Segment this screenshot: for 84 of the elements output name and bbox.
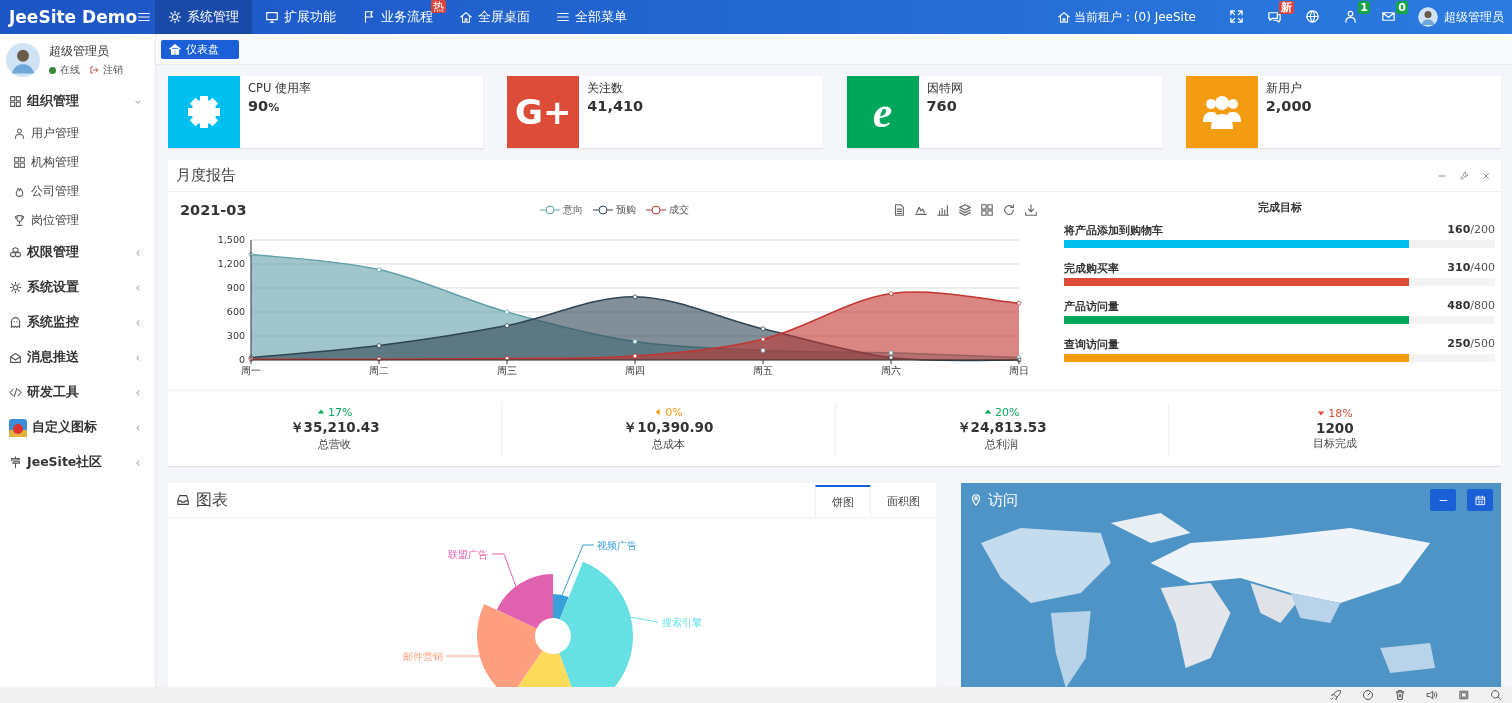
panel-title: 访问 — [988, 490, 1019, 510]
menu-item[interactable]: 消息推送 — [0, 340, 155, 375]
menu-item[interactable]: 系统设置 — [0, 270, 155, 305]
axis-label: 1,500 — [217, 234, 245, 245]
axis-label: 0 — [238, 354, 245, 365]
change-text: 18% — [1317, 406, 1353, 420]
legend-item[interactable]: 意向 — [540, 203, 583, 217]
goal-count: 160/200 — [1447, 223, 1495, 238]
submenu-item[interactable]: 岗位管理 — [0, 206, 155, 235]
nav-item[interactable]: 系统管理 — [155, 0, 252, 34]
goal-label: 查询访问量 — [1064, 337, 1119, 352]
axis-label: 周日 — [1009, 365, 1029, 376]
change-text: 20% — [983, 405, 1020, 419]
axis-label: 周五 — [753, 365, 773, 376]
stat-label: 因特网 — [926, 81, 963, 96]
stat-label: CPU 使用率 — [248, 81, 312, 96]
amount-label: 目标完成 — [1312, 435, 1357, 451]
axis-label: 周三 — [497, 365, 517, 376]
nav-item[interactable]: 全屏桌面 — [446, 0, 543, 34]
goal-label: 将产品添加到购物车 — [1064, 223, 1163, 238]
menu-item[interactable]: 系统监控 — [0, 305, 155, 340]
panel-title: 图表 — [196, 489, 228, 511]
submenu-item[interactable]: 机构管理 — [0, 148, 155, 177]
pie-label: 搜索引擎 — [662, 617, 702, 628]
legend-item[interactable]: 预购 — [593, 203, 636, 217]
amount: ￥35,210.43 — [289, 418, 380, 437]
logout-link[interactable]: 注销 — [103, 63, 123, 77]
stat-label: 新用户 — [1265, 81, 1303, 96]
pie-label: 邮件营销 — [403, 651, 443, 662]
amount: ￥10,390.90 — [623, 418, 714, 437]
tab[interactable]: 面积图 — [871, 485, 936, 517]
axis-label: 周二 — [369, 365, 389, 376]
pie-label: 联盟广告 — [448, 549, 488, 560]
status-text: 在线 — [60, 63, 80, 77]
change-text: 17% — [316, 405, 353, 419]
brand-name: JeeSite Demo — [9, 7, 138, 27]
tab[interactable]: 饼图 — [815, 485, 871, 517]
axis-label: 900 — [226, 282, 245, 293]
menu-item[interactable]: 自定义图标 — [0, 410, 155, 445]
goal-count: 480/800 — [1447, 299, 1495, 314]
menu-item[interactable]: JeeSite社区 — [0, 445, 155, 480]
nav-item[interactable]: 扩展功能 — [252, 0, 349, 34]
goal-label: 完成购买率 — [1064, 261, 1119, 276]
axis-label: 周一 — [241, 365, 261, 376]
amount-label: 总成本 — [651, 436, 685, 452]
menu-item[interactable]: 权限管理 — [0, 235, 155, 270]
axis-label: 周四 — [625, 365, 645, 376]
stat-label: 关注数 — [587, 81, 625, 96]
count-badge: 0 — [1396, 1, 1408, 14]
menu-item[interactable]: 组织管理 — [0, 84, 155, 119]
user-name[interactable]: 超级管理员 — [1444, 8, 1504, 26]
tab[interactable]: 仪表盘 — [161, 39, 239, 59]
submenu-item[interactable]: 用户管理 — [0, 119, 155, 148]
axis-label: 300 — [226, 330, 245, 341]
amount-label: 总营收 — [318, 436, 352, 452]
goals-title: 完成目标 — [1256, 200, 1303, 215]
menu-item[interactable]: 研发工具 — [0, 375, 155, 410]
goal-label: 产品访问量 — [1064, 299, 1119, 314]
panel-title: 月度报告 — [176, 166, 237, 185]
goal-count: 250/500 — [1447, 337, 1495, 352]
stat-value: 2,000 — [1265, 98, 1312, 114]
axis-label: 600 — [226, 306, 245, 317]
pie-label: 视频广告 — [597, 540, 637, 551]
count-badge: 1 — [1358, 1, 1370, 14]
stat-value: 760 — [926, 98, 958, 114]
goal-count: 310/400 — [1447, 261, 1495, 276]
axis-label: 周六 — [881, 365, 901, 376]
amount-label: 总利润 — [985, 436, 1019, 452]
amount: 1200 — [1316, 419, 1354, 436]
logo-text: e — [872, 86, 893, 138]
hot-badge: 热 — [431, 0, 446, 13]
count-badge: 新 — [1279, 1, 1294, 14]
submenu-item[interactable]: 公司管理 — [0, 177, 155, 206]
user-name: 超级管理员 — [49, 44, 110, 59]
change-text: 0% — [654, 405, 683, 419]
axis-label: 1,200 — [217, 258, 245, 269]
legend-item[interactable]: 成交 — [646, 203, 689, 217]
nav-item[interactable]: 全部菜单 — [543, 0, 640, 34]
logo-text: G+ — [515, 92, 572, 132]
stat-value: 90% — [248, 98, 281, 114]
stat-value: 41,410 — [587, 98, 644, 114]
tenant-link[interactable]: 当前租户：(0) JeeSite — [1056, 8, 1196, 26]
amount: ￥24,813.53 — [956, 418, 1047, 437]
period-title: 2021-03 — [180, 202, 248, 218]
